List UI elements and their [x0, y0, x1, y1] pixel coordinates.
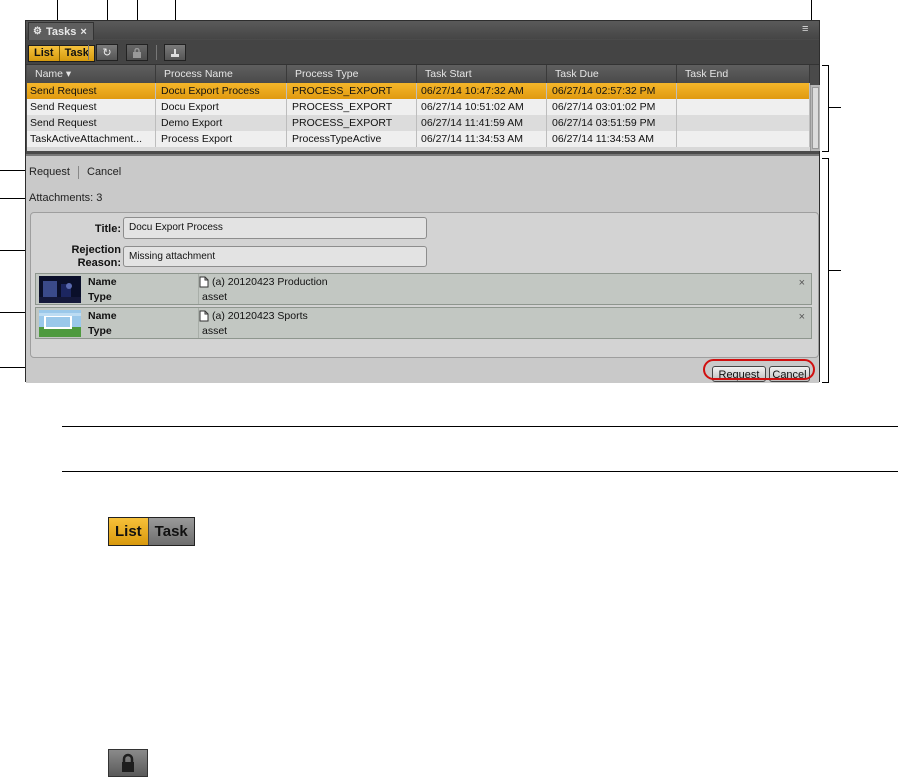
- table-row[interactable]: Send Request Docu Export PROCESS_EXPORT …: [27, 99, 810, 115]
- lock-button-illustration: [108, 749, 148, 777]
- remove-attachment-icon[interactable]: ×: [799, 277, 805, 289]
- divider-rule: [62, 471, 898, 472]
- cell: Send Request: [27, 83, 156, 99]
- toolbar-divider: [88, 45, 89, 60]
- cell: [677, 115, 810, 131]
- table-header: Name ▾ Process Name Process Type Task St…: [27, 65, 810, 83]
- cell: [677, 99, 810, 115]
- cell: 06/27/14 03:01:02 PM: [547, 99, 677, 115]
- cell: Docu Export Process: [156, 83, 287, 99]
- panel-titlebar: ⚙ Tasks × ≡: [26, 21, 819, 40]
- divider-rule: [62, 426, 898, 427]
- cell: PROCESS_EXPORT: [287, 115, 417, 131]
- callout-line: [829, 107, 841, 108]
- lock-icon[interactable]: [126, 44, 148, 61]
- asset-type-key: Type: [88, 325, 112, 337]
- column-header-process-name[interactable]: Process Name: [156, 65, 287, 83]
- sports-thumbnail: [39, 310, 81, 337]
- cell: 06/27/14 10:47:32 AM: [417, 83, 547, 99]
- cell: PROCESS_EXPORT: [287, 99, 417, 115]
- title-label: Title:: [94, 223, 121, 235]
- callout-line: [0, 198, 28, 199]
- link-divider: [78, 166, 79, 179]
- highlight-ring: [703, 359, 815, 380]
- document-icon: [199, 310, 209, 322]
- cell: 06/27/14 11:34:53 AM: [547, 131, 677, 147]
- column-header-task-start[interactable]: Task Start: [417, 65, 547, 83]
- tab-tasks[interactable]: ⚙ Tasks ×: [28, 22, 94, 40]
- title-field[interactable]: Docu Export Process: [123, 217, 427, 239]
- attachment-item[interactable]: Name Type (a) 20120423 Production asset …: [35, 273, 812, 305]
- task-label: Task: [147, 518, 194, 545]
- asset-name-key: Name: [88, 276, 117, 288]
- table-row[interactable]: TaskActiveAttachment... Process Export P…: [27, 131, 810, 147]
- cell: Demo Export: [156, 115, 287, 131]
- document-icon: [199, 276, 209, 288]
- asset-name: (a) 20120423 Sports: [212, 310, 308, 322]
- list-view-button[interactable]: List: [29, 46, 59, 61]
- callout-line: [57, 0, 58, 22]
- asset-name: (a) 20120423 Production: [212, 276, 328, 288]
- rejection-label: Rejection: [71, 244, 121, 256]
- tasks-table: Name ▾ Process Name Process Type Task St…: [27, 65, 810, 151]
- cancel-link[interactable]: Cancel: [87, 166, 121, 178]
- cell: PROCESS_EXPORT: [287, 83, 417, 99]
- callout-bracket: [822, 65, 829, 152]
- list-task-toggle-illustration: List Task: [108, 517, 195, 546]
- request-link[interactable]: Request: [29, 166, 70, 178]
- refresh-icon[interactable]: ↻: [96, 44, 118, 61]
- scrollbar-thumb[interactable]: [812, 87, 819, 149]
- table-row[interactable]: Send Request Docu Export Process PROCESS…: [27, 83, 810, 99]
- cell: Send Request: [27, 99, 156, 115]
- lock-icon: [133, 47, 141, 58]
- table-row[interactable]: Send Request Demo Export PROCESS_EXPORT …: [27, 115, 810, 131]
- column-header-task-end[interactable]: Task End: [677, 65, 810, 83]
- cell: 06/27/14 10:51:02 AM: [417, 99, 547, 115]
- column-header-task-due[interactable]: Task Due: [547, 65, 677, 83]
- cell: [677, 131, 810, 147]
- asset-type-key: Type: [88, 291, 112, 303]
- column-header-name[interactable]: Name ▾: [27, 65, 156, 83]
- request-form: Title: Docu Export Process Rejection Rea…: [30, 212, 819, 358]
- tasks-panel: ⚙ Tasks × ≡ List Task ↻ Name ▾ Process N…: [25, 20, 820, 383]
- cell: 06/27/14 11:34:53 AM: [417, 131, 547, 147]
- attachments-count: Attachments: 3: [29, 192, 103, 204]
- asset-type: asset: [202, 291, 228, 303]
- cell: Send Request: [27, 115, 156, 131]
- callout-bracket: [822, 158, 829, 383]
- cell: [677, 83, 810, 99]
- cell: TaskActiveAttachment...: [27, 131, 156, 147]
- list-label: List: [109, 518, 148, 545]
- tab-label: Tasks: [45, 25, 77, 38]
- cell: 06/27/14 03:51:59 PM: [547, 115, 677, 131]
- cell: Docu Export: [156, 99, 287, 115]
- cell: ProcessTypeActive: [287, 131, 417, 147]
- toolbar: List Task ↻: [26, 40, 819, 65]
- callout-line: [0, 170, 28, 171]
- cell: Process Export: [156, 131, 287, 147]
- column-header-process-type[interactable]: Process Type: [287, 65, 417, 83]
- production-thumbnail: [39, 276, 81, 303]
- asset-name-key: Name: [88, 310, 117, 322]
- gear-icon: ⚙: [33, 26, 42, 37]
- cell: 06/27/14 11:41:59 AM: [417, 115, 547, 131]
- cell: 06/27/14 02:57:32 PM: [547, 83, 677, 99]
- panel-menu-icon[interactable]: ≡: [802, 24, 813, 35]
- callout-line: [829, 270, 841, 271]
- export-icon: [171, 49, 179, 57]
- lock-icon: [122, 753, 134, 772]
- toolbar-divider: [156, 45, 157, 60]
- close-icon[interactable]: ×: [80, 26, 86, 38]
- asset-type: asset: [202, 325, 228, 337]
- rejection-reason-field[interactable]: Missing attachment: [123, 246, 427, 267]
- view-toggle: List Task: [28, 45, 95, 62]
- remove-attachment-icon[interactable]: ×: [799, 311, 805, 323]
- rejection-label-2: Reason:: [77, 257, 121, 269]
- export-icon[interactable]: [164, 44, 186, 61]
- task-details: Request Cancel Attachments: 3 Title: Doc…: [26, 154, 819, 383]
- callout-line: [811, 0, 812, 22]
- attachment-item[interactable]: Name Type (a) 20120423 Sports asset ×: [35, 307, 812, 339]
